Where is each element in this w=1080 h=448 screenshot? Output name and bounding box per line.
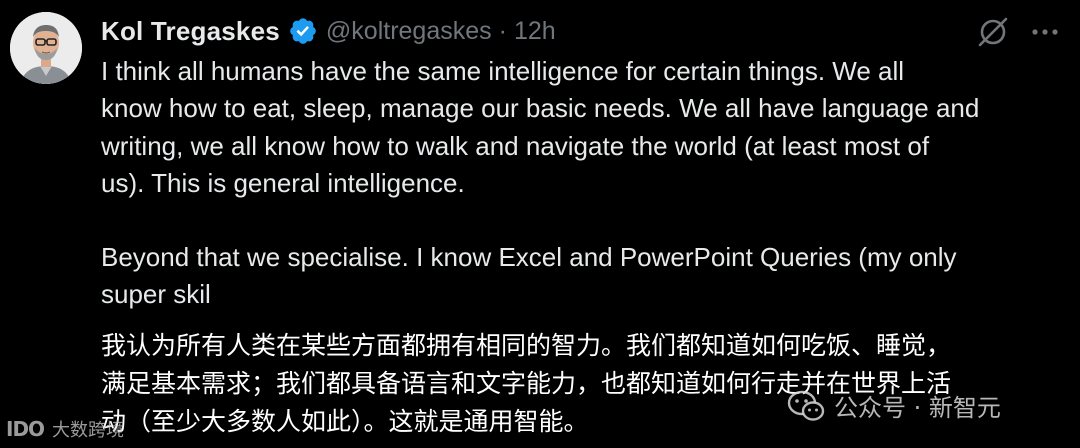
watermark-left-text: 大数跨境 (52, 420, 125, 441)
tweet-text: I think all humans have the same intelli… (101, 53, 1051, 314)
author-handle[interactable]: @koltregaskes (326, 17, 492, 46)
tweet-paragraph: Beyond that we specialise. I know Excel … (101, 242, 957, 310)
author-display-name[interactable]: Kol Tregaskes (101, 16, 280, 47)
author-avatar[interactable] (10, 12, 82, 84)
tweet-paragraph: I think all humans have the same intelli… (101, 56, 980, 198)
verified-badge-icon (290, 18, 316, 44)
watermark-right-text: 公众号 · 新智元 (834, 394, 1001, 422)
more-icon[interactable] (1030, 22, 1060, 42)
translation-text: 我认为所有人类在某些方面都拥有相同的智力。我们都知道如何吃饭、睡觉， 满足基本需… (101, 331, 952, 436)
grok-icon[interactable] (976, 15, 1010, 49)
avatar-image (10, 12, 82, 84)
watermark-left: IDO 大数跨境 (6, 416, 124, 442)
tweet-timestamp[interactable]: 12h (514, 17, 556, 46)
header-separator: · (498, 16, 507, 45)
watermark-right: 公众号 · 新智元 (786, 388, 1001, 423)
tweet-header: Kol Tregaskes @koltregaskes · 12h (101, 12, 556, 50)
watermark-logo: IDO (6, 417, 45, 441)
wechat-icon (787, 390, 825, 421)
